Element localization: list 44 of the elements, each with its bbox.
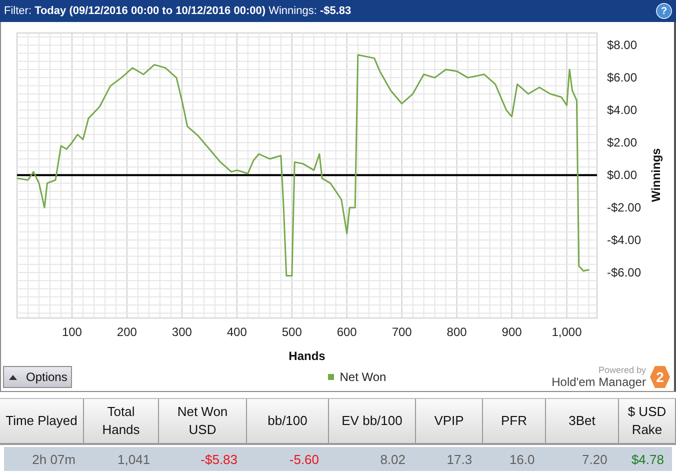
table-cell-text: 8.02 (379, 450, 406, 468)
column-header: VPIP (416, 399, 483, 443)
column-header: 3Bet (546, 399, 619, 443)
brand-name: Hold'em Manager (552, 375, 646, 389)
y-tick-label: $2.00 (607, 136, 638, 150)
legend-label: Net Won (340, 370, 386, 384)
x-tick-label: 500 (282, 325, 302, 339)
x-tick-label: 800 (446, 325, 467, 339)
column-header: $ USD Rake (619, 399, 676, 443)
table-cell-text: 17.3 (446, 450, 474, 468)
x-tick-label: 900 (502, 325, 522, 339)
column-header: EV bb/100 (329, 399, 416, 443)
filter-text: Filter: Today (09/12/2016 00:00 to 10/12/2016 00:00) Winnings: -$5.83 (4, 5, 352, 17)
brand-logo: 2 (650, 366, 670, 388)
y-tick-label: $0.00 (607, 168, 638, 182)
x-tick-label: 100 (62, 325, 82, 339)
y-tick-label: $4.00 (607, 103, 638, 118)
y-tick-label: $8.00 (607, 38, 638, 52)
table-cell-text: -5.60 (288, 450, 320, 468)
x-tick-label: 600 (336, 325, 357, 339)
column-header: PFR (483, 399, 546, 443)
x-tick-label: 700 (392, 325, 412, 339)
y-tick-label: -$4.00 (607, 233, 642, 248)
column-header: Net Won USD (159, 399, 247, 443)
options-button[interactable]: Options (3, 366, 72, 388)
x-tick-label: 300 (172, 325, 192, 339)
x-tick-label: 400 (226, 325, 247, 339)
table-cell-text: $4.78 (630, 450, 665, 468)
table-cell-text: -$5.83 (200, 450, 239, 468)
column-header: Time Played (0, 399, 84, 443)
x-axis-title: Hands (288, 349, 326, 363)
y-tick-label: -$6.00 (607, 266, 642, 280)
x-tick-label: 200 (116, 325, 137, 339)
powered-by-text: Powered by (598, 365, 646, 375)
table-cell-text: 2h 07m (31, 450, 77, 468)
x-tick-label: 1,000 (552, 325, 582, 339)
y-tick-label: -$2.00 (607, 200, 642, 215)
table-cell-text: 7.20 (581, 450, 608, 468)
column-header: Total Hands (84, 399, 159, 443)
y-axis-title: Winnings (649, 148, 663, 202)
y-tick-label: $6.00 (607, 70, 638, 85)
table-cell-text: 16.0 (508, 450, 536, 468)
column-header: bb/100 (247, 399, 329, 443)
table-cell-text: 1,041 (116, 450, 152, 468)
